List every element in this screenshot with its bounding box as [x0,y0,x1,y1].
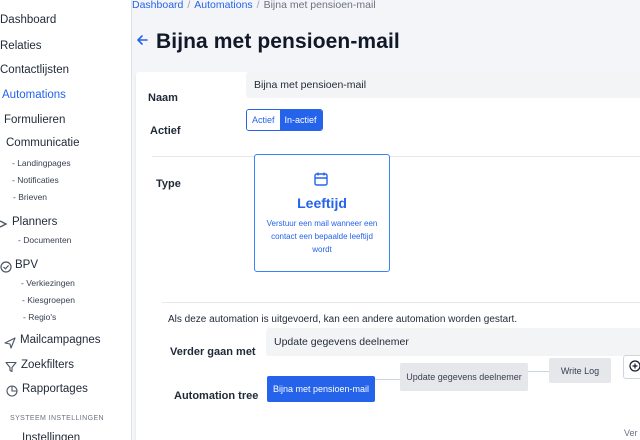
check-circle-icon [0,261,12,273]
divider [162,302,640,303]
tree-node-write-log[interactable]: Write Log [549,358,611,383]
sidebar-subitem-brieven[interactable]: Brieven [13,192,47,202]
sidebar-item-label: Rapportages [22,383,88,395]
breadcrumb: Dashboard / Automations / Bijna met pensioen… [132,0,376,11]
sidebar-item-label: Mailcampagnes [20,334,101,346]
breadcrumb-separator: / [256,0,260,11]
actief-label: Actief [150,125,181,137]
tree-connector [528,371,549,372]
sidebar-item-rapportages[interactable]: Rapportages [22,383,88,395]
send-icon [4,337,16,349]
sidebar-item-dashboard[interactable]: Dashboard [0,14,56,26]
sidebar-item-formulieren[interactable]: Formulieren [4,114,65,126]
sidebar-item-label: Dashboard [0,14,57,26]
naam-input[interactable]: Bijna met pensioen-mail [246,72,640,98]
sidebar-item-contactlijsten[interactable]: Contactlijsten [0,64,69,76]
sidebar-item-automations[interactable]: Automations [2,89,66,101]
sidebar-item-label: Regio's [28,312,57,322]
breadcrumb-automations[interactable]: Automations [194,0,252,11]
sidebar-item-label: Planners [12,216,58,228]
arrow-left-icon[interactable] [136,33,148,51]
sidebar-item-label: Kiesgroepen [27,295,75,305]
next-automation-info: Als deze automation is uitgevoerd, kan e… [168,314,518,325]
type-label: Type [156,178,181,190]
sidebar-section-label: SYSTEEM INSTELLINGEN [10,415,104,422]
sidebar-item-mailcampagnes[interactable]: Mailcampagnes [20,334,101,346]
title-row: Bijna met pensioen-mail [136,30,400,54]
sidebar-item-label: Notificaties [17,175,59,185]
sidebar-item-relaties[interactable]: Relaties [0,40,42,52]
page-title: Bijna met pensioen-mail [156,30,400,53]
sidebar-item-planners[interactable]: Planners [12,216,57,228]
sidebar-item-label: Automations [2,89,66,101]
main-content: Dashboard / Automations / Bijna met pensioen… [132,0,640,440]
actief-toggle: Actief In-actief [246,109,323,131]
type-option-leeftijd[interactable]: Leeftijd Verstuur een mail wanneer een c… [254,154,390,272]
toggle-actief[interactable]: Actief [247,110,280,130]
sidebar-item-communicatie[interactable]: Communicatie [6,137,80,149]
breadcrumb-current: Bijna met pensioen-mail [263,0,376,11]
filter-icon [5,361,17,373]
sidebar-item-label: Contactlijsten [0,64,70,76]
breadcrumb-separator: / [187,0,191,11]
sidebar-item-label: Instellingen [22,432,81,440]
sidebar-subitem-regios[interactable]: Regio's [23,312,56,322]
sidebar-item-label: Landingpages [17,158,71,168]
planner-icon [0,218,12,230]
divider [152,156,640,157]
verder-gaan-label: Verder gaan met [170,346,256,358]
sidebar-item-instellingen[interactable]: Instellingen [22,432,80,440]
sidebar-item-bpv[interactable]: BPV [15,259,38,271]
naam-label: Naam [148,92,178,104]
automation-form-card: Naam Bijna met pensioen-mail Actief Acti… [136,72,640,440]
sidebar-subitem-kiesgroepen[interactable]: Kiesgroepen [22,295,75,305]
sidebar-item-label: Relaties [0,40,42,52]
pie-chart-icon [6,385,18,397]
add-node-button[interactable] [623,355,640,379]
tree-connector [375,379,400,380]
sidebar-item-zoekfilters[interactable]: Zoekfilters [21,359,74,371]
type-option-title: Leeftijd [297,195,347,211]
sidebar-subitem-landingpages[interactable]: Landingpages [12,158,71,168]
breadcrumb-dashboard[interactable]: Dashboard [132,0,183,11]
sidebar-item-label: Verkiezingen [26,278,75,288]
sidebar-item-label: Documenten [23,235,72,245]
sidebar-item-label: Formulieren [4,114,66,126]
calendar-icon [313,171,329,187]
tree-node-update[interactable]: Update gegevens deelnemer [400,363,528,391]
toggle-in-actief[interactable]: In-actief [279,110,322,130]
sidebar-subitem-verkiezingen[interactable]: Verkiezingen [21,278,75,288]
sidebar-item-label: Communicatie [6,137,80,149]
plus-circle-icon [629,359,640,375]
sidebar: Dashboard Relaties Contactlijsten Automa… [0,0,132,440]
automation-tree-label: Automation tree [174,390,259,402]
verder-gaan-select[interactable]: Update gegevens deelnemer [266,328,640,356]
sidebar-subitem-notificaties[interactable]: Notificaties [12,175,59,185]
sidebar-item-label: BPV [15,259,39,271]
tree-node-current[interactable]: Bijna met pensioen-mail [267,376,375,402]
sidebar-item-label: Zoekfilters [21,359,75,371]
sidebar-subitem-documenten[interactable]: Documenten [18,235,71,245]
sidebar-item-label: Brieven [18,192,48,202]
cut-bottom-text: Ver [624,428,638,438]
type-option-description: Verstuur een mail wanneer een contact ee… [266,219,378,254]
